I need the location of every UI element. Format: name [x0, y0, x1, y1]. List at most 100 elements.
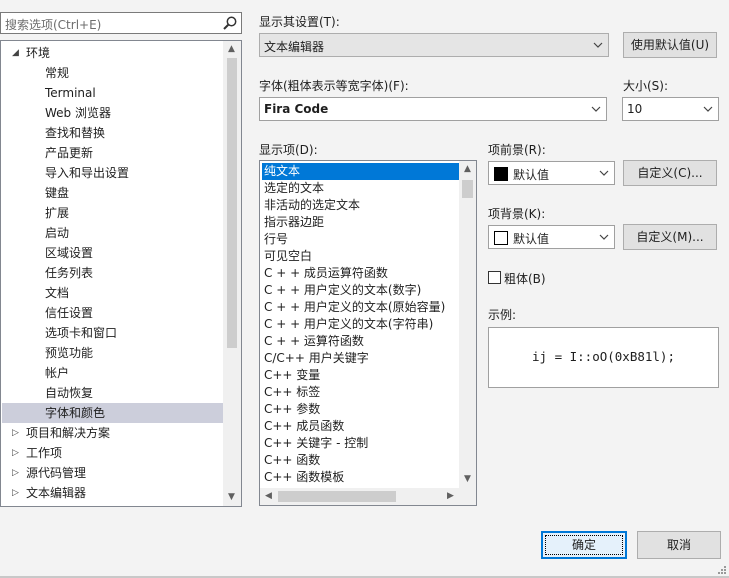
tree-item-label: 常规	[45, 66, 70, 80]
background-label: 项背景(K):	[488, 207, 546, 221]
display-item[interactable]: C++ 函数	[262, 452, 459, 469]
chevron-down-icon[interactable]: ▼	[223, 489, 240, 506]
tree-item[interactable]: 常规	[2, 63, 223, 83]
tree-item-label: 信任设置	[45, 306, 94, 320]
font-label: 字体(粗体表示等宽字体)(F):	[259, 79, 409, 93]
search-placeholder: 搜索选项(Ctrl+E)	[5, 18, 102, 32]
tree-item-label: 字体和颜色	[45, 406, 106, 420]
tree-item[interactable]: Web 浏览器	[2, 103, 223, 123]
tree-group[interactable]: ◢ 环境	[2, 43, 223, 63]
tree-item[interactable]: Terminal	[2, 83, 223, 103]
foreground-value: 默认值	[513, 168, 550, 182]
tree-item[interactable]: 字体和颜色	[2, 403, 223, 423]
tree-group[interactable]: ▷ 源代码管理	[2, 463, 223, 483]
background-combo[interactable]: 默认值	[488, 225, 615, 249]
collapsed-arrow-icon[interactable]: ▷	[12, 423, 19, 443]
tree-item[interactable]: 帐户	[2, 363, 223, 383]
search-input[interactable]: 搜索选项(Ctrl+E)	[0, 12, 242, 34]
display-item[interactable]: C++ 标签	[262, 384, 459, 401]
collapsed-arrow-icon[interactable]: ▷	[12, 443, 19, 463]
list-hscrollbar[interactable]: ◀ ▶	[260, 488, 459, 505]
font-combo[interactable]: Fira Code	[259, 97, 607, 121]
sample-text: ij = I::oO(0xB81l);	[532, 349, 675, 364]
tree-item-label: 导入和导出设置	[45, 166, 130, 180]
display-item[interactable]: C + + 用户定义的文本(原始容量)	[262, 299, 459, 316]
display-items-label: 显示项(D):	[259, 143, 318, 157]
tree-item[interactable]: 预览功能	[2, 343, 223, 363]
list-vscrollbar[interactable]: ▲ ▼	[459, 161, 476, 488]
options-tree[interactable]: ◢ 环境常规 Terminal Web 浏览器查找和替换产品更新导入和导出设置 键盘扩展…	[0, 40, 242, 507]
tree-group[interactable]: ▷ 项目和解决方案	[2, 423, 223, 443]
resize-grip-icon[interactable]	[717, 565, 727, 575]
font-value: Fira Code	[264, 102, 329, 116]
scroll-corner	[459, 488, 476, 505]
tree-item-label: 环境	[26, 46, 51, 60]
display-item[interactable]: C/C++ 用户关键字	[262, 350, 459, 367]
search-icon[interactable]	[222, 15, 238, 31]
tree-item[interactable]: 选项卡和窗口	[2, 323, 223, 343]
use-defaults-button[interactable]: 使用默认值(U)	[623, 32, 717, 58]
tree-item-label: 项目和解决方案	[26, 426, 111, 440]
chevron-down-icon	[599, 170, 609, 176]
display-item[interactable]: C + + 运算符函数	[262, 333, 459, 350]
display-item[interactable]: 选定的文本	[262, 180, 459, 197]
display-item[interactable]: C++ 参数	[262, 401, 459, 418]
display-item[interactable]: C++ 变量	[262, 367, 459, 384]
chevron-left-icon[interactable]: ◀	[260, 488, 277, 505]
tree-item[interactable]: 导入和导出设置	[2, 163, 223, 183]
chevron-down-icon[interactable]: ▼	[459, 471, 476, 488]
tree-item[interactable]: 启动	[2, 223, 223, 243]
display-item[interactable]: C + + 用户定义的文本(字符串)	[262, 316, 459, 333]
tree-item-label: 查找和替换	[45, 126, 106, 140]
display-item[interactable]: C++ 函数模板	[262, 469, 459, 486]
tree-group[interactable]: ▷ 文本编辑器	[2, 483, 223, 503]
expanded-arrow-icon[interactable]: ◢	[12, 43, 19, 63]
ok-button[interactable]: 确定	[541, 531, 627, 559]
custom-background-button[interactable]: 自定义(M)...	[623, 224, 717, 250]
display-item[interactable]: C++ 成员函数	[262, 418, 459, 435]
show-settings-combo[interactable]: 文本编辑器	[259, 33, 609, 57]
tree-item[interactable]: 扩展	[2, 203, 223, 223]
tree-item-label: 文档	[45, 286, 70, 300]
bold-checkbox[interactable]	[488, 271, 501, 284]
tree-item[interactable]: 键盘	[2, 183, 223, 203]
display-item[interactable]: 纯文本	[262, 163, 459, 180]
tree-group[interactable]: ▷ 工作项	[2, 443, 223, 463]
display-item[interactable]: C++ 关键字 - 控制	[262, 435, 459, 452]
display-item[interactable]: 行号	[262, 231, 459, 248]
foreground-combo[interactable]: 默认值	[488, 161, 615, 185]
cancel-button[interactable]: 取消	[637, 531, 721, 559]
tree-item-label: 键盘	[45, 186, 70, 200]
bold-label: 粗体(B)	[504, 272, 546, 286]
tree-item[interactable]: 任务列表	[2, 263, 223, 283]
size-combo[interactable]: 10	[622, 97, 719, 121]
tree-item-label: 扩展	[45, 206, 70, 220]
collapsed-arrow-icon[interactable]: ▷	[12, 483, 19, 503]
display-items-list[interactable]: 纯文本 选定的文本 非活动的选定文本 指示器边距 行号 可见空白 C + + 成员运算符函数…	[259, 160, 477, 506]
list-hscroll-thumb[interactable]	[278, 491, 396, 502]
display-item[interactable]: C + + 成员运算符函数	[262, 265, 459, 282]
tree-item-label: 选项卡和窗口	[45, 326, 118, 340]
tree-item[interactable]: 产品更新	[2, 143, 223, 163]
collapsed-arrow-icon[interactable]: ▷	[12, 463, 19, 483]
list-vscroll-thumb[interactable]	[462, 180, 473, 198]
tree-item-label: 区域设置	[45, 246, 94, 260]
display-item[interactable]: 非活动的选定文本	[262, 197, 459, 214]
chevron-down-icon	[599, 234, 609, 240]
display-item[interactable]: C + + 用户定义的文本(数字)	[262, 282, 459, 299]
tree-item[interactable]: 文档	[2, 283, 223, 303]
tree-item[interactable]: 信任设置	[2, 303, 223, 323]
tree-item[interactable]: 自动恢复	[2, 383, 223, 403]
display-item[interactable]: 指示器边距	[262, 214, 459, 231]
chevron-right-icon[interactable]: ▶	[442, 488, 459, 505]
tree-scrollbar[interactable]: ▲ ▼	[223, 41, 241, 506]
tree-item[interactable]: 查找和替换	[2, 123, 223, 143]
tree-item-label: 任务列表	[45, 266, 94, 280]
tree-scroll-thumb[interactable]	[227, 58, 237, 348]
sample-preview: ij = I::oO(0xB81l);	[488, 327, 719, 388]
tree-item[interactable]: 区域设置	[2, 243, 223, 263]
custom-foreground-button[interactable]: 自定义(C)...	[623, 160, 717, 186]
display-item[interactable]: 可见空白	[262, 248, 459, 265]
chevron-up-icon[interactable]: ▲	[459, 161, 476, 178]
chevron-up-icon[interactable]: ▲	[223, 41, 240, 58]
